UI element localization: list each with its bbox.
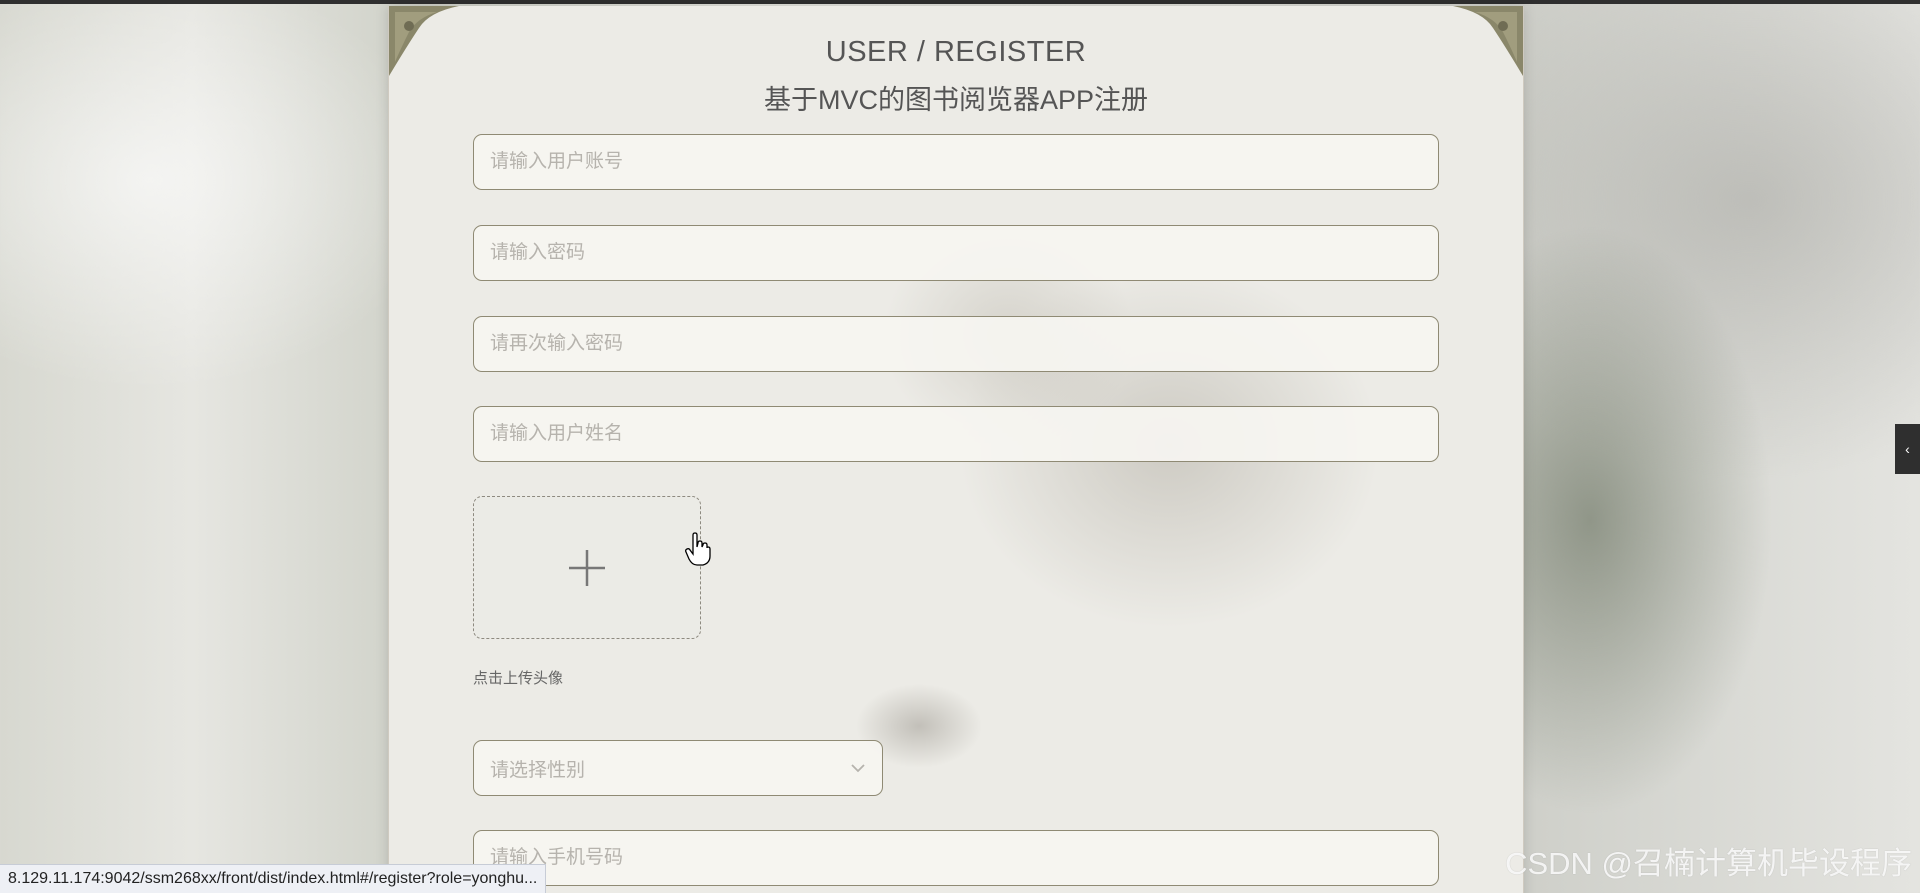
page-title-en: USER / REGISTER: [825, 36, 1087, 68]
gender-select-value: 请选择性别: [490, 759, 586, 781]
confirm-password-field[interactable]: [473, 316, 1439, 372]
user-name-input[interactable]: [490, 407, 1438, 461]
gender-select[interactable]: 请选择性别: [473, 740, 883, 796]
phone-field[interactable]: [473, 830, 1439, 886]
password-input[interactable]: [490, 226, 1438, 280]
register-panel: USER / REGISTER 基于MVC的图书阅览器APP注册 点击上传头像 …: [388, 6, 1524, 893]
account-input[interactable]: [490, 135, 1438, 189]
hand-pointer-icon: [685, 532, 711, 566]
side-collapse-tab[interactable]: ‹: [1895, 424, 1920, 474]
user-name-field[interactable]: [473, 406, 1439, 462]
browser-top-strip: [0, 0, 1920, 4]
avatar-upload-box[interactable]: [473, 496, 701, 639]
plus-icon: [569, 549, 605, 586]
confirm-password-input[interactable]: [490, 317, 1438, 371]
avatar-upload-label: 点击上传头像: [473, 670, 564, 687]
chevron-left-icon: ‹: [1905, 441, 1910, 457]
page-title-zh: 基于MVC的图书阅览器APP注册: [763, 85, 1149, 115]
watermark: CSDN @召楠计算机毕设程序: [1505, 846, 1912, 881]
chevron-down-icon: [851, 764, 865, 773]
browser-status-bar: 8.129.11.174:9042/ssm268xx/front/dist/in…: [0, 864, 547, 893]
phone-input[interactable]: [490, 831, 1438, 885]
password-field[interactable]: [473, 225, 1439, 281]
account-field[interactable]: [473, 134, 1439, 190]
